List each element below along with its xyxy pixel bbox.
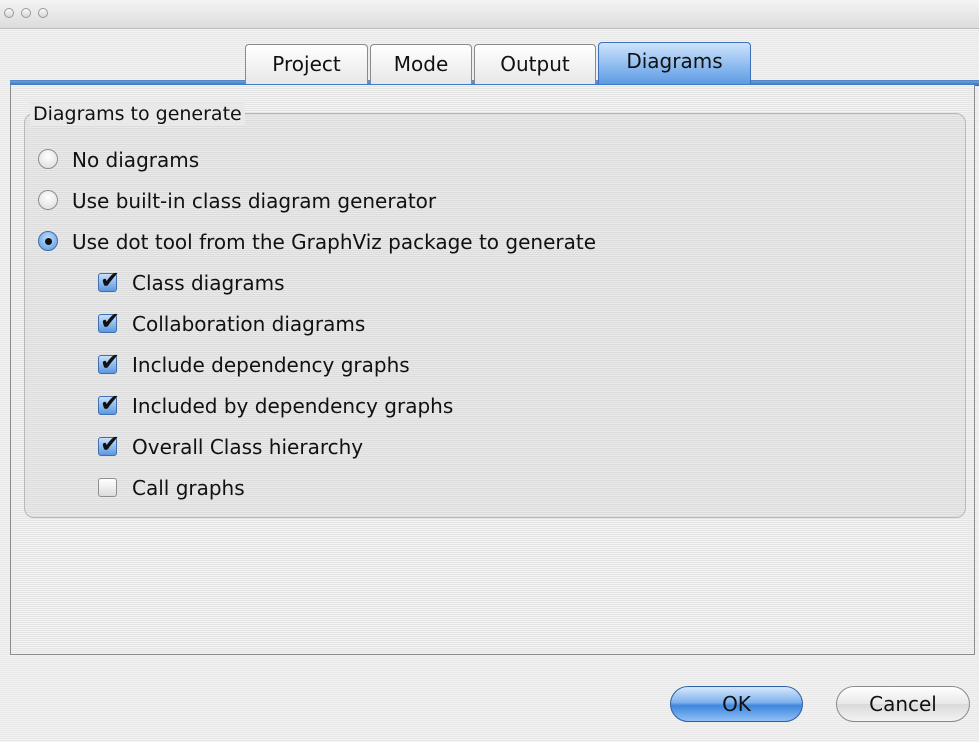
checkbox-checked[interactable] <box>98 265 120 295</box>
checkbox-checked[interactable] <box>98 388 120 418</box>
radio-label: No diagrams <box>72 148 200 172</box>
tab-project[interactable]: Project <box>245 44 368 84</box>
checkbox-label: Include dependency graphs <box>132 353 410 377</box>
checkbox-label: Overall Class hierarchy <box>132 435 364 459</box>
tab-mode[interactable]: Mode <box>370 44 472 84</box>
radio-button[interactable] <box>38 149 58 169</box>
radio-button[interactable] <box>38 190 58 210</box>
tab-diagrams[interactable]: Diagrams <box>598 42 751 84</box>
cancel-button[interactable]: Cancel <box>836 686 970 722</box>
checkbox-label: Collaboration diagrams <box>132 312 366 336</box>
checkbox-label: Call graphs <box>132 476 245 500</box>
tab-output[interactable]: Output <box>474 44 596 84</box>
radio-label: Use built-in class diagram generator <box>72 189 437 213</box>
group-title: Diagrams to generate <box>30 103 245 125</box>
checkbox-unchecked[interactable] <box>98 478 117 497</box>
zoom-window-icon[interactable] <box>38 8 48 18</box>
minimize-window-icon[interactable] <box>21 8 31 18</box>
checkbox-checked[interactable] <box>98 429 120 459</box>
close-window-icon[interactable] <box>4 8 14 18</box>
tab-panel-diagrams: Diagrams to generate No diagrams Use bui… <box>10 85 975 655</box>
checkbox-label: Included by dependency graphs <box>132 394 454 418</box>
checkbox-label: Class diagrams <box>132 271 285 295</box>
checkbox-checked[interactable] <box>98 306 120 336</box>
radio-label: Use dot tool from the GraphViz package t… <box>72 230 596 254</box>
radio-button-selected[interactable] <box>38 231 58 251</box>
ok-button[interactable]: OK <box>670 686 803 722</box>
checkbox-checked[interactable] <box>98 347 120 377</box>
window-titlebar <box>0 0 979 29</box>
